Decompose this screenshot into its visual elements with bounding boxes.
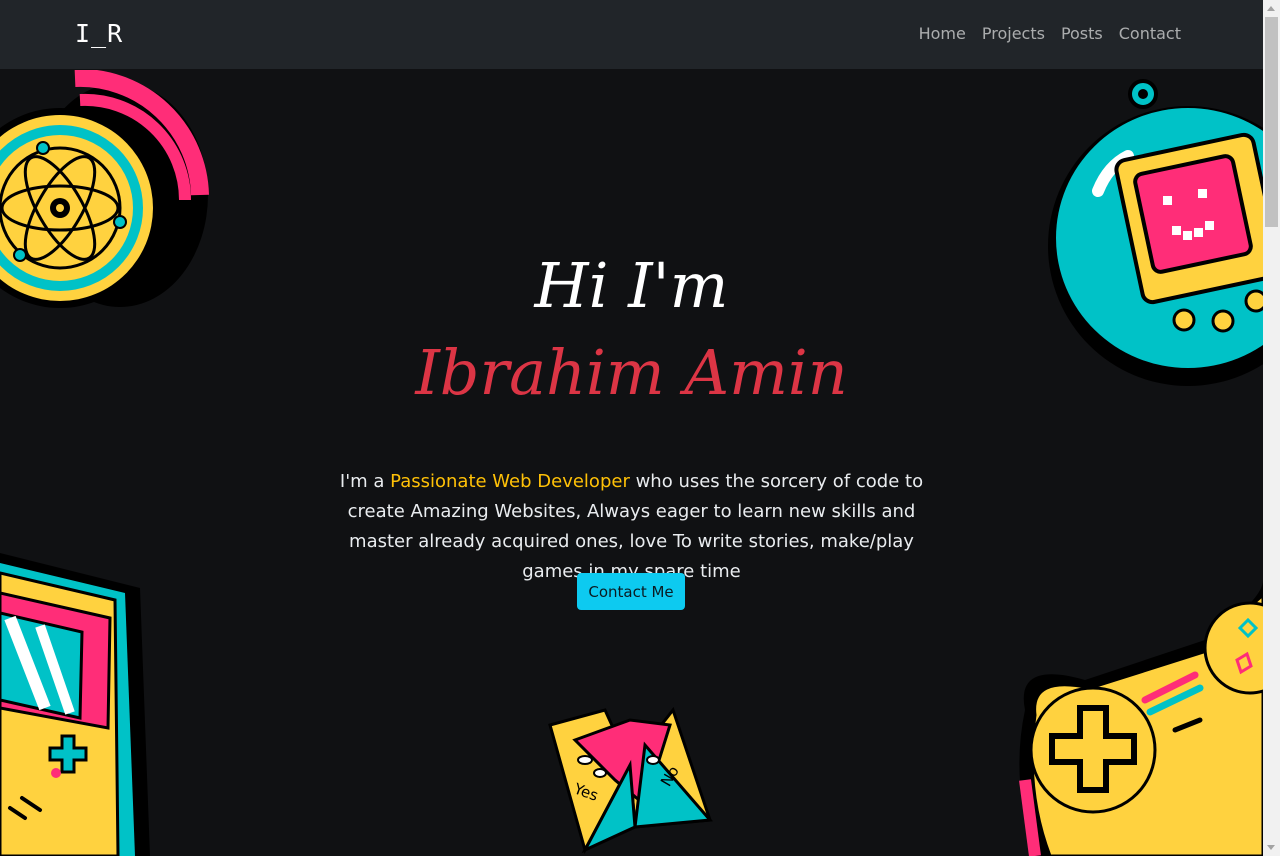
hero-name: Ibrahim Amin — [415, 336, 848, 409]
nav-posts[interactable]: Posts — [1061, 24, 1103, 43]
scroll-down-icon[interactable] — [1267, 845, 1275, 850]
fortune-teller-illustration: Yes No — [548, 706, 714, 855]
nav-projects[interactable]: Projects — [982, 24, 1045, 43]
brand-logo[interactable]: I_R — [75, 19, 123, 48]
nav-links: Home Projects Posts Contact — [919, 24, 1181, 43]
gameboy-illustration — [0, 553, 150, 856]
navbar: I_R Home Projects Posts Contact — [0, 0, 1263, 69]
bio-paragraph: I'm a Passionate Web Developer who uses … — [316, 467, 947, 587]
contact-me-button[interactable]: Contact Me — [577, 573, 685, 610]
hero-greeting: Hi I'm — [534, 249, 729, 322]
bio-prefix: I'm a — [339, 471, 391, 492]
nav-home[interactable]: Home — [919, 24, 966, 43]
bio-highlight: Passionate Web Developer — [390, 471, 630, 492]
gamepad-illustration — [1019, 580, 1263, 856]
nav-contact[interactable]: Contact — [1119, 24, 1181, 43]
scroll-up-icon[interactable] — [1267, 6, 1275, 11]
vertical-scrollbar[interactable] — [1263, 0, 1280, 856]
scrollbar-thumb[interactable] — [1265, 17, 1278, 227]
